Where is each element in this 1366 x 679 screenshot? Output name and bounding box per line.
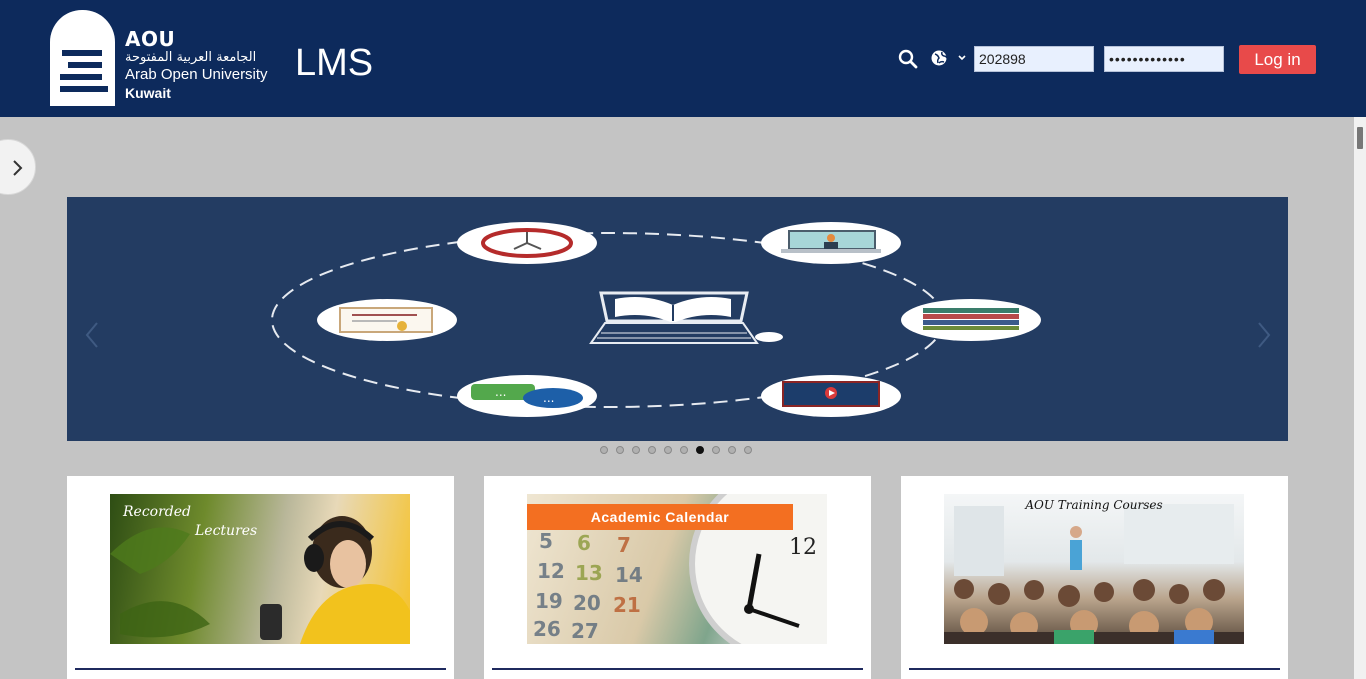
carousel-indicator-active[interactable] <box>696 446 704 454</box>
language-menu[interactable] <box>930 49 970 69</box>
drawer-toggle-button[interactable] <box>0 139 36 195</box>
carousel-indicator[interactable] <box>600 446 608 454</box>
training-courses-image[interactable]: AOU Training Courses <box>944 494 1244 644</box>
svg-text:26: 26 <box>533 617 561 641</box>
username-input[interactable]: 202898 <box>974 46 1094 72</box>
globe-icon <box>931 50 966 66</box>
recorded-label-line1: Recorded <box>123 504 191 520</box>
books-icon <box>901 299 1041 341</box>
carousel-indicator[interactable] <box>616 446 624 454</box>
svg-text:...: ... <box>495 385 506 399</box>
site-header: AOU الجامعة العربية المفتوحة Arab Open U… <box>0 0 1366 117</box>
svg-text:7: 7 <box>617 533 631 557</box>
chevron-left-icon <box>85 322 98 348</box>
academic-calendar-card[interactable]: 56 7 12 13 14 19 20 21 26 27 12 Academic Calen… <box>484 476 871 679</box>
svg-text:21: 21 <box>613 593 641 617</box>
svg-text:13: 13 <box>575 561 603 585</box>
carousel-indicator[interactable] <box>744 446 752 454</box>
password-input[interactable]: ••••••••••••• <box>1104 46 1224 72</box>
video-player-icon <box>761 375 901 417</box>
svg-text:...: ... <box>543 391 554 405</box>
recorded-label-line2: Lectures <box>195 523 258 539</box>
carousel-indicators <box>600 446 752 454</box>
card-divider <box>909 668 1280 670</box>
carousel-indicator[interactable] <box>712 446 720 454</box>
carousel-slide: ... ... <box>271 222 1041 417</box>
svg-text:6: 6 <box>577 531 591 555</box>
laptop-book-icon <box>589 291 783 344</box>
carousel-indicator[interactable] <box>648 446 656 454</box>
academic-calendar-image[interactable]: 56 7 12 13 14 19 20 21 26 27 12 Academic Calen… <box>527 494 827 644</box>
site-name: LMS <box>295 42 374 84</box>
carousel-prev-button[interactable] <box>77 319 109 351</box>
svg-text:5: 5 <box>539 529 553 553</box>
login-button[interactable]: Log in <box>1239 45 1316 74</box>
chat-icon: ... ... <box>457 375 597 417</box>
card-divider <box>492 668 863 670</box>
logo-english: Arab Open University <box>125 66 268 83</box>
svg-text:19: 19 <box>535 589 563 613</box>
video-call-icon <box>761 222 901 264</box>
search-icon[interactable] <box>898 49 918 69</box>
card-divider <box>75 668 446 670</box>
carousel-indicator[interactable] <box>728 446 736 454</box>
svg-text:12: 12 <box>789 535 817 560</box>
certificate-icon <box>317 299 457 341</box>
logo-short: AOU <box>125 27 176 51</box>
logo-text: AOU الجامعة العربية المفتوحة Arab Open U… <box>125 28 268 102</box>
chevron-right-icon <box>1258 322 1271 348</box>
logo-arabic: الجامعة العربية المفتوحة <box>125 50 257 65</box>
aou-logo-mark <box>50 10 115 106</box>
image-carousel: ... ... <box>67 197 1288 441</box>
chevron-right-icon <box>13 160 23 176</box>
svg-text:12: 12 <box>537 559 565 583</box>
carousel-indicator[interactable] <box>664 446 672 454</box>
academic-calendar-label: Academic Calendar <box>527 504 793 530</box>
svg-text:27: 27 <box>571 619 599 643</box>
svg-text:14: 14 <box>615 563 643 587</box>
training-courses-label: AOU Training Courses <box>1025 498 1163 512</box>
scrollbar-thumb[interactable] <box>1357 127 1363 149</box>
aou-logo[interactable]: AOU الجامعة العربية المفتوحة Arab Open U… <box>50 10 280 110</box>
carousel-next-button[interactable] <box>1247 319 1279 351</box>
page-scrollbar[interactable] <box>1354 117 1366 679</box>
recorded-lectures-card[interactable]: Recorded Lectures <box>67 476 454 679</box>
carousel-indicator[interactable] <box>632 446 640 454</box>
carousel-indicator[interactable] <box>680 446 688 454</box>
logo-branch: Kuwait <box>125 85 171 101</box>
recorded-lectures-image[interactable]: Recorded Lectures <box>110 494 410 644</box>
clock-icon <box>457 222 597 264</box>
svg-text:20: 20 <box>573 591 601 615</box>
training-courses-card[interactable]: AOU Training Courses <box>901 476 1288 679</box>
